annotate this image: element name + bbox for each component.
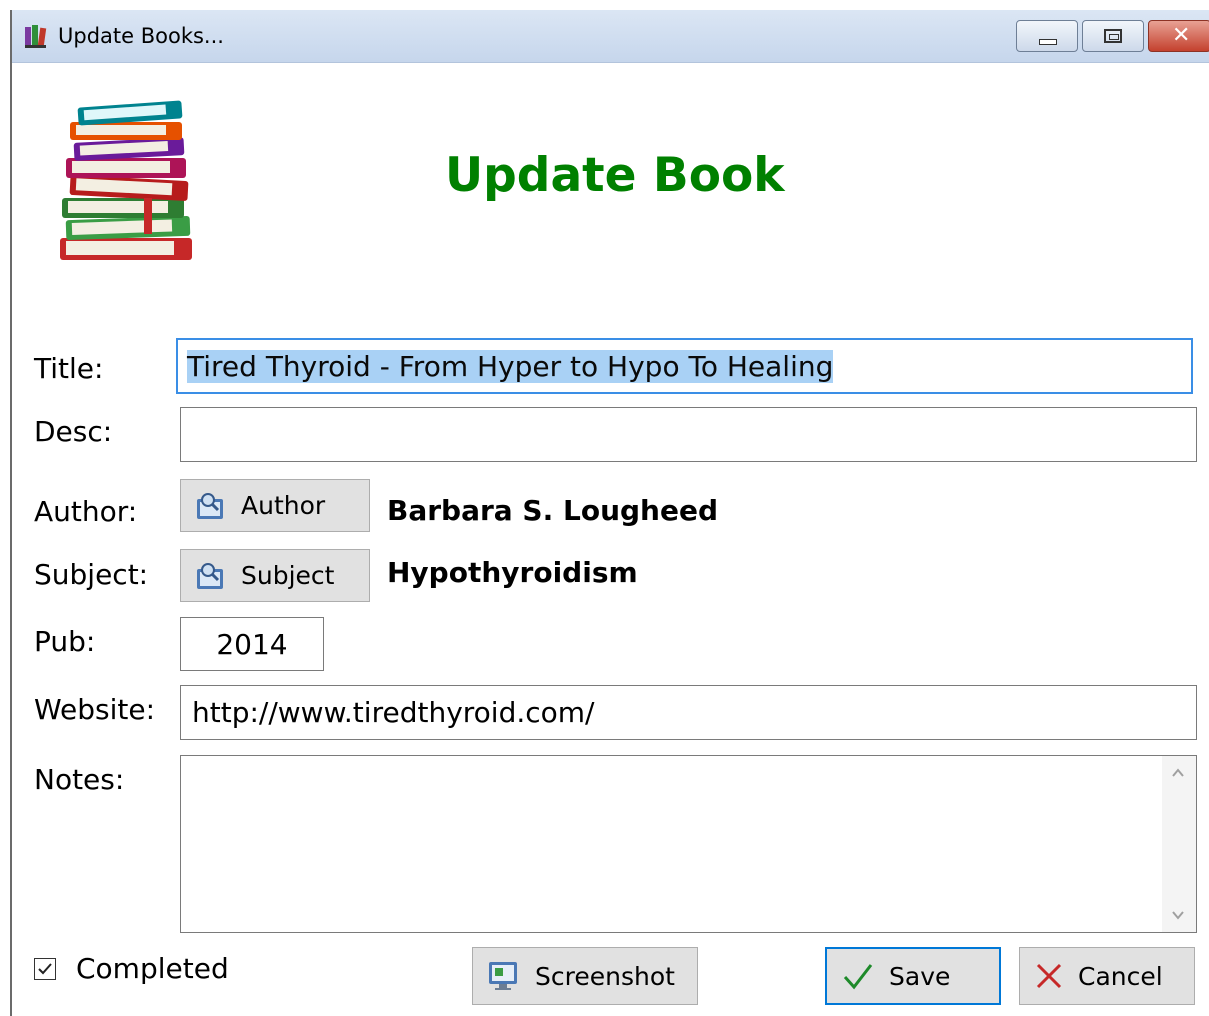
- maximize-icon: [1104, 29, 1122, 43]
- cancel-button[interactable]: Cancel: [1019, 947, 1195, 1005]
- title-input[interactable]: Tired Thyroid - From Hyper to Hypo To He…: [176, 338, 1193, 394]
- checkmark-icon: [38, 962, 52, 974]
- screenshot-button-label: Screenshot: [535, 961, 675, 991]
- books-stack-icon: [60, 100, 192, 260]
- screenshot-icon: [489, 962, 517, 990]
- pub-label: Pub:: [34, 625, 96, 658]
- desc-input[interactable]: [180, 407, 1197, 462]
- close-button[interactable]: ✕: [1148, 20, 1209, 52]
- title-input-value: Tired Thyroid - From Hyper to Hypo To He…: [187, 350, 834, 383]
- title-bar[interactable]: Update Books... ✕: [12, 10, 1209, 63]
- pub-year-input[interactable]: 2014: [180, 617, 324, 671]
- notes-textarea[interactable]: [180, 755, 1197, 933]
- author-button[interactable]: Author: [180, 479, 370, 532]
- notes-scrollbar[interactable]: [1162, 756, 1196, 932]
- maximize-button[interactable]: [1082, 20, 1144, 52]
- page-title: Update Book: [445, 148, 785, 203]
- search-person-icon: [197, 562, 223, 589]
- website-label: Website:: [34, 693, 156, 726]
- screenshot-button[interactable]: Screenshot: [472, 947, 698, 1005]
- author-label: Author:: [34, 495, 138, 528]
- subject-button-label: Subject: [241, 561, 335, 590]
- completed-checkbox-row[interactable]: Completed: [34, 952, 229, 985]
- checkmark-icon: [843, 964, 873, 990]
- minimize-button[interactable]: [1016, 20, 1078, 52]
- window-title: Update Books...: [58, 24, 224, 48]
- scroll-down-icon[interactable]: [1171, 908, 1185, 922]
- completed-checkbox[interactable]: [34, 957, 56, 980]
- author-value: Barbara S. Lougheed: [387, 494, 718, 527]
- cancel-button-label: Cancel: [1078, 961, 1163, 991]
- notes-label: Notes:: [34, 763, 125, 796]
- subject-button[interactable]: Subject: [180, 549, 370, 602]
- cancel-x-icon: [1036, 963, 1062, 989]
- website-input[interactable]: http://www.tiredthyroid.com/: [180, 685, 1197, 740]
- desc-label: Desc:: [34, 415, 113, 448]
- update-books-window: Update Books... ✕ Update Book Title: Tir…: [10, 10, 1209, 1016]
- save-button[interactable]: Save: [825, 947, 1001, 1005]
- title-label: Title:: [34, 352, 104, 385]
- author-button-label: Author: [241, 491, 326, 520]
- subject-value: Hypothyroidism: [387, 556, 638, 589]
- books-app-icon: [25, 25, 47, 48]
- completed-label: Completed: [76, 952, 229, 985]
- search-person-icon: [197, 492, 223, 519]
- scroll-up-icon[interactable]: [1171, 766, 1185, 780]
- save-button-label: Save: [889, 961, 951, 991]
- close-icon: ✕: [1172, 23, 1191, 48]
- minimize-icon: [1039, 39, 1057, 45]
- subject-label: Subject:: [34, 558, 149, 591]
